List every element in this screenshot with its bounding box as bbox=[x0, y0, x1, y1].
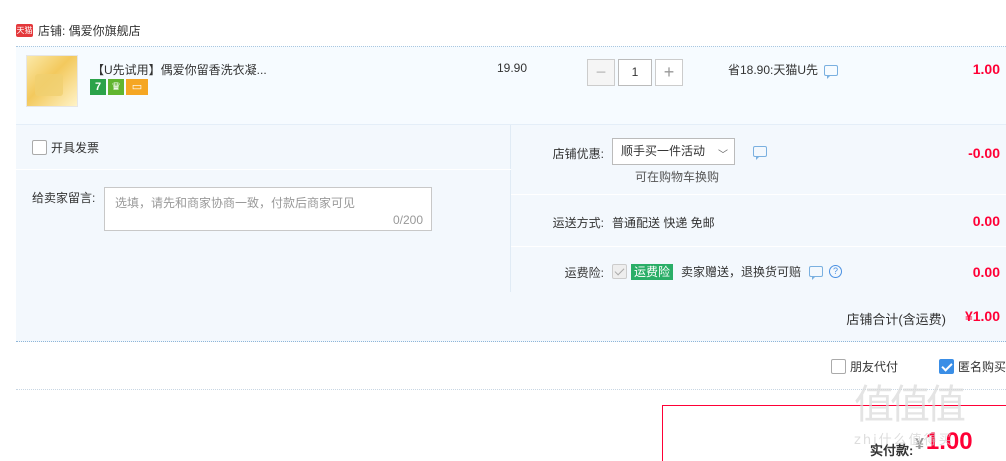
anonymous-option[interactable]: 匿名购买 bbox=[939, 358, 1006, 375]
invoice-option[interactable]: 开具发票 bbox=[32, 139, 99, 156]
store-promo-label: 店铺优惠: bbox=[552, 147, 604, 161]
chat-icon[interactable] bbox=[824, 65, 839, 80]
savings-text: 省18.90:天猫U先 bbox=[728, 61, 839, 80]
chat-icon[interactable] bbox=[809, 266, 824, 280]
line-total: 1.00 bbox=[972, 61, 1000, 77]
seller-message-placeholder: 选填，请先和商家协商一致，付款后商家可见 bbox=[115, 196, 356, 210]
chevron-down-icon: ﹀ bbox=[718, 150, 728, 161]
store-header: 天猫 店铺: 偶爱你旗舰店 bbox=[16, 20, 141, 40]
shipping-label: 运送方式: bbox=[552, 216, 604, 230]
order-options-panel: 开具发票 给卖家留言: 选填，请先和商家协商一致，付款后商家可见 0/200 店… bbox=[16, 124, 1006, 342]
product-title-link[interactable]: 【U先试用】偶爱你留香洗衣凝... bbox=[92, 61, 267, 78]
savings-label: 省18.90:天猫U先 bbox=[728, 63, 819, 77]
insurance-desc: 卖家赠送，退换货可赔 bbox=[681, 265, 802, 279]
shipping-amount: 0.00 bbox=[972, 213, 1000, 229]
unit-price: 19.90 bbox=[497, 61, 528, 75]
store-promo-amount: -0.00 bbox=[968, 145, 1000, 161]
seller-message-label: 给卖家留言: bbox=[32, 191, 96, 205]
help-icon[interactable]: ? bbox=[829, 265, 843, 278]
invoice-checkbox[interactable] bbox=[32, 140, 47, 155]
options-right: 店铺优惠: 顺手买一件活动 ﹀ 可在购物车换购 -0.00 运送方式: 普通配送… bbox=[511, 125, 1006, 292]
shield-guarantee-icon[interactable]: ♛ bbox=[108, 79, 124, 95]
service-badges: 7 ♛ ▭ bbox=[90, 79, 148, 95]
watermark-url: zhi什么值得买 bbox=[854, 433, 954, 448]
friend-pay-checkbox[interactable] bbox=[831, 359, 846, 374]
options-left: 开具发票 给卖家留言: 选填，请先和商家协商一致，付款后商家可见 0/200 bbox=[16, 125, 511, 292]
shipping-row: 运送方式: 普通配送 快递 免邮 0.00 bbox=[511, 195, 1006, 247]
shipping-value: 普通配送 快递 免邮 bbox=[612, 216, 715, 230]
store-name-link[interactable]: 店铺: 偶爱你旗舰店 bbox=[38, 22, 141, 39]
store-promo-row: 店铺优惠: 顺手买一件活动 ﹀ 可在购物车换购 -0.00 bbox=[511, 125, 1006, 195]
anonymous-label: 匿名购买 bbox=[958, 360, 1006, 374]
invoice-row: 开具发票 bbox=[16, 125, 511, 170]
seller-message-input[interactable]: 选填，请先和商家协商一致，付款后商家可见 0/200 bbox=[104, 187, 432, 231]
insurance-label: 运费险: bbox=[564, 266, 604, 280]
store-subtotal-label: 店铺合计(含运费) bbox=[846, 312, 946, 327]
insurance-info: 运费险 卖家赠送，退换货可赔 ? bbox=[612, 263, 843, 280]
store-subtotal-amount: ¥1.00 bbox=[964, 308, 1000, 324]
product-thumbnail[interactable] bbox=[26, 55, 78, 107]
insurance-checkbox[interactable] bbox=[612, 264, 627, 279]
quantity-decrease-button[interactable]: − bbox=[587, 59, 615, 86]
quantity-stepper: − 1 + bbox=[587, 59, 683, 86]
friend-pay-label: 朋友代付 bbox=[850, 360, 899, 374]
anonymous-checkbox[interactable] bbox=[939, 359, 954, 374]
friend-pay-option[interactable]: 朋友代付 bbox=[831, 358, 898, 375]
insurance-row: 运费险: 运费险 卖家赠送，退换货可赔 ? 0.00 bbox=[511, 247, 1006, 292]
seven-day-return-icon[interactable]: 7 bbox=[90, 79, 106, 95]
chat-icon[interactable] bbox=[753, 146, 767, 160]
store-promo-hint: 可在购物车换购 bbox=[635, 170, 720, 184]
store-promo-select[interactable]: 顺手买一件活动 ﹀ bbox=[612, 138, 735, 165]
insurance-amount: 0.00 bbox=[972, 264, 1000, 280]
credit-card-icon[interactable]: ▭ bbox=[126, 79, 148, 95]
invoice-label: 开具发票 bbox=[51, 141, 100, 155]
store-promo-selected: 顺手买一件活动 bbox=[621, 144, 706, 158]
quantity-input[interactable]: 1 bbox=[618, 59, 652, 86]
watermark-logo: 值值值 zhi什么值得买 bbox=[854, 380, 1004, 460]
message-char-counter: 0/200 bbox=[392, 213, 423, 227]
insurance-tag: 运费险 bbox=[631, 263, 674, 280]
tmall-logo-icon: 天猫 bbox=[16, 23, 33, 37]
quantity-increase-button[interactable]: + bbox=[655, 59, 683, 86]
watermark-text: 值值值 bbox=[854, 382, 966, 428]
store-subtotal-row: 店铺合计(含运费) ¥1.00 bbox=[16, 292, 1006, 342]
cart-item-row: 【U先试用】偶爱你留香洗衣凝... 7 ♛ ▭ 19.90 − 1 + 省18.… bbox=[16, 46, 1006, 124]
